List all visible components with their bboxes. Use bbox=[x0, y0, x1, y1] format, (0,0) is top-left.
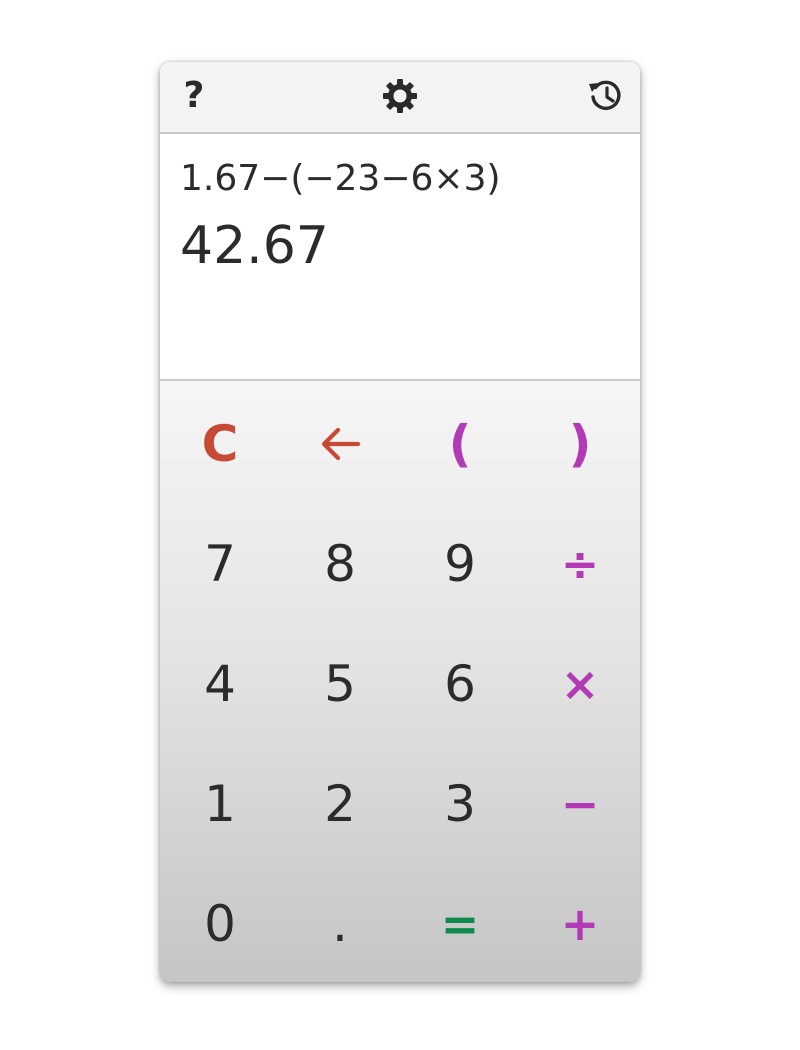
toolbar: ? bbox=[160, 62, 640, 134]
result-text: 42.67 bbox=[180, 216, 329, 276]
history-icon bbox=[589, 80, 621, 110]
settings-button[interactable] bbox=[380, 76, 420, 116]
expression-text: 1.67−(−23−6×3) bbox=[180, 158, 501, 199]
calculator-window: ? 1.67−(−23−6×3) 42.67 C () 7 8 9 ÷ 4 5… bbox=[160, 62, 640, 982]
backspace-button[interactable] bbox=[280, 384, 400, 504]
equals-button[interactable]: = bbox=[400, 864, 520, 982]
add-button[interactable]: + bbox=[520, 864, 640, 982]
keypad: C ( ) 7 8 9 ÷ 4 5 6 × 1 2 3 − 0 . = + bbox=[160, 381, 640, 982]
open-paren-button[interactable]: ( bbox=[400, 384, 520, 504]
divide-button[interactable]: ÷ bbox=[520, 504, 640, 624]
digit-9-button[interactable]: 9 bbox=[400, 504, 520, 624]
digit-3-button[interactable]: 3 bbox=[400, 744, 520, 864]
close-paren-button[interactable]: ) bbox=[520, 384, 640, 504]
digit-8-button[interactable]: 8 bbox=[280, 504, 400, 624]
decimal-point-button[interactable]: . bbox=[280, 864, 400, 982]
question-mark-icon: ? bbox=[183, 75, 205, 116]
digit-2-button[interactable]: 2 bbox=[280, 744, 400, 864]
digit-7-button[interactable]: 7 bbox=[160, 504, 280, 624]
digit-1-button[interactable]: 1 bbox=[160, 744, 280, 864]
digit-5-button[interactable]: 5 bbox=[280, 624, 400, 744]
gear-icon bbox=[383, 79, 417, 113]
digit-0-button[interactable]: 0 bbox=[160, 864, 280, 982]
help-button[interactable]: ? bbox=[174, 76, 214, 116]
subtract-button[interactable]: − bbox=[520, 744, 640, 864]
history-button[interactable] bbox=[586, 76, 626, 116]
digit-6-button[interactable]: 6 bbox=[400, 624, 520, 744]
multiply-button[interactable]: × bbox=[520, 624, 640, 744]
digit-4-button[interactable]: 4 bbox=[160, 624, 280, 744]
clear-button[interactable]: C bbox=[160, 384, 280, 504]
display-panel: 1.67−(−23−6×3) 42.67 bbox=[160, 134, 640, 381]
left-arrow-icon bbox=[321, 427, 361, 461]
